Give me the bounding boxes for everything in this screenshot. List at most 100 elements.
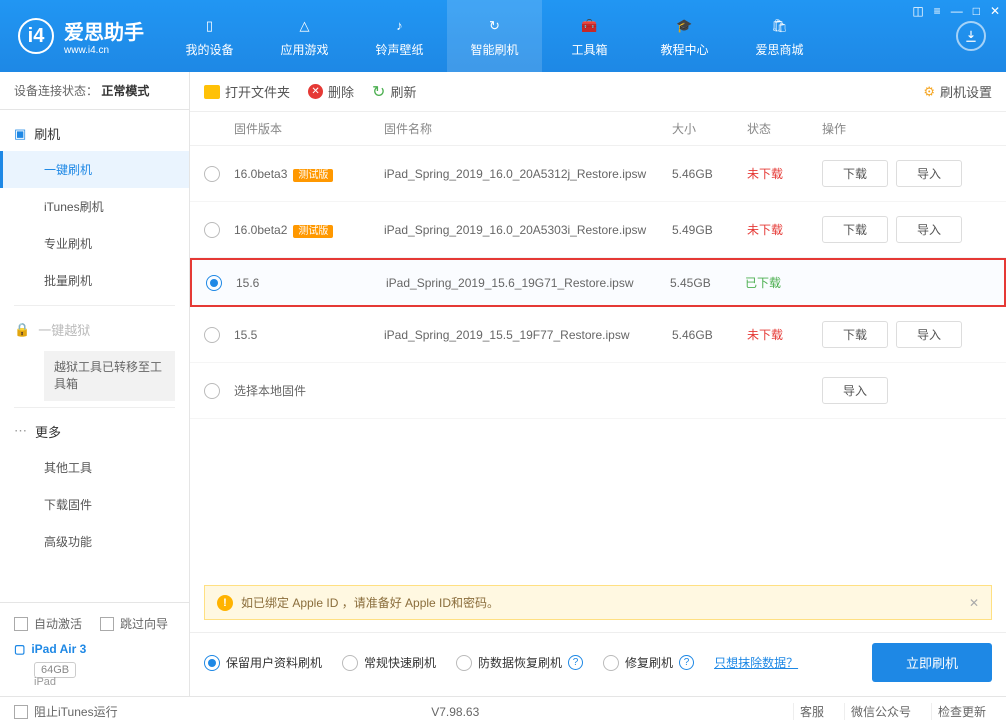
warning-bar: ! 如已绑定 Apple ID ，请准备好 Apple ID和密码。 ✕	[204, 585, 992, 620]
option-normal[interactable]: 常规快速刷机	[342, 654, 436, 671]
app-version: V7.98.63	[431, 705, 479, 719]
status-label: 设备连接状态：	[14, 84, 98, 98]
firmware-radio[interactable]	[204, 383, 220, 399]
delete-icon: ✕	[308, 84, 323, 99]
firmware-name: iPad_Spring_2019_16.0_20A5312j_Restore.i…	[384, 167, 672, 181]
option-repair[interactable]: 修复刷机?	[603, 654, 694, 671]
sidebar-item[interactable]: iTunes刷机	[0, 188, 189, 225]
sidebar-flash-head[interactable]: ▣ 刷机	[0, 116, 189, 151]
import-button[interactable]: 导入	[896, 160, 962, 187]
window-control[interactable]: ✕	[990, 4, 1000, 18]
local-firmware-row[interactable]: 选择本地固件导入	[190, 363, 1006, 419]
open-folder-button[interactable]: 打开文件夹	[204, 82, 290, 101]
status-value: 正常模式	[101, 84, 149, 98]
folder-icon	[204, 85, 220, 99]
jailbreak-notice: 越狱工具已转移至工具箱	[44, 351, 175, 401]
footer-link[interactable]: 检查更新	[931, 703, 992, 720]
nav-铃声壁纸[interactable]: ♪铃声壁纸	[352, 0, 447, 72]
download-button[interactable]: 下载	[822, 321, 888, 348]
help-icon[interactable]: ?	[568, 655, 583, 670]
nav-icon: ▯	[199, 15, 221, 37]
block-itunes-checkbox[interactable]	[14, 705, 28, 719]
import-button[interactable]: 导入	[896, 321, 962, 348]
window-control[interactable]: □	[973, 4, 980, 18]
toolbar: 打开文件夹 ✕ 删除 ↻ 刷新 ⚙ 刷机设置	[190, 72, 1006, 112]
refresh-icon: ↻	[372, 82, 385, 102]
sidebar-item[interactable]: 高级功能	[0, 523, 189, 560]
warning-icon: !	[217, 595, 233, 611]
firmware-radio[interactable]	[206, 275, 222, 291]
firmware-status: 未下载	[747, 326, 822, 343]
action-bar: 保留用户资料刷机 常规快速刷机 防数据恢复刷机? 修复刷机? 只想抹除数据？ 立…	[190, 632, 1006, 696]
download-indicator-icon[interactable]	[956, 21, 986, 51]
flash-now-button[interactable]: 立即刷机	[872, 643, 992, 682]
nav-我的设备[interactable]: ▯我的设备	[162, 0, 257, 72]
window-control[interactable]: ◫	[912, 4, 923, 18]
gear-icon: ⚙	[923, 84, 935, 100]
sidebar-more-head[interactable]: ⋯ 更多	[0, 414, 189, 449]
footer-link[interactable]: 微信公众号	[844, 703, 917, 720]
device-icon: ▢	[14, 642, 25, 656]
firmware-version: 15.5	[234, 328, 384, 342]
firmware-radio[interactable]	[204, 327, 220, 343]
main-content: 打开文件夹 ✕ 删除 ↻ 刷新 ⚙ 刷机设置 固件版本 固件名称 大小 状态 操…	[190, 72, 1006, 696]
firmware-size: 5.45GB	[670, 276, 745, 290]
device-info[interactable]: ▢ iPad Air 3	[14, 636, 175, 662]
nav-应用游戏[interactable]: △应用游戏	[257, 0, 352, 72]
sidebar-item[interactable]: 批量刷机	[0, 262, 189, 299]
nav-icon: 🎓	[674, 15, 696, 37]
sidebar-item[interactable]: 一键刷机	[0, 151, 189, 188]
col-version: 固件版本	[234, 120, 384, 137]
nav-icon: ↻	[484, 15, 506, 37]
firmware-status: 已下载	[745, 274, 820, 291]
sidebar-item[interactable]: 专业刷机	[0, 225, 189, 262]
import-button[interactable]: 导入	[896, 216, 962, 243]
more-icon: ⋯	[14, 423, 27, 439]
close-warning-button[interactable]: ✕	[969, 596, 979, 610]
nav-教程中心[interactable]: 🎓教程中心	[637, 0, 732, 72]
auto-activate-label: 自动激活	[34, 615, 82, 632]
option-keep-data[interactable]: 保留用户资料刷机	[204, 654, 322, 671]
window-control[interactable]: —	[951, 4, 963, 18]
nav-icon: ♪	[389, 15, 411, 37]
block-itunes-label: 阻止iTunes运行	[34, 703, 118, 720]
auto-activate-checkbox[interactable]	[14, 617, 28, 631]
col-name: 固件名称	[384, 120, 672, 137]
firmware-radio[interactable]	[204, 166, 220, 182]
firmware-list: 16.0beta3测试版iPad_Spring_2019_16.0_20A531…	[190, 146, 1006, 579]
device-name: iPad Air 3	[31, 642, 86, 656]
connection-status: 设备连接状态： 正常模式	[0, 72, 189, 110]
skip-guide-checkbox[interactable]	[100, 617, 114, 631]
nav-icon: 🛍	[769, 15, 791, 37]
firmware-row[interactable]: 16.0beta3测试版iPad_Spring_2019_16.0_20A531…	[190, 146, 1006, 202]
delete-button[interactable]: ✕ 删除	[308, 82, 354, 101]
sidebar-item[interactable]: 其他工具	[0, 449, 189, 486]
col-ops: 操作	[822, 120, 992, 137]
sidebar-item[interactable]: 下载固件	[0, 486, 189, 523]
sidebar: 设备连接状态： 正常模式 ▣ 刷机 一键刷机iTunes刷机专业刷机批量刷机 🔒…	[0, 72, 190, 696]
firmware-row[interactable]: 15.6iPad_Spring_2019_15.6_19G71_Restore.…	[190, 258, 1006, 307]
app-domain: www.i4.cn	[64, 45, 144, 56]
flash-settings-button[interactable]: ⚙ 刷机设置	[923, 82, 992, 101]
nav-爱思商城[interactable]: 🛍爱思商城	[732, 0, 827, 72]
firmware-row[interactable]: 15.5iPad_Spring_2019_15.5_19F77_Restore.…	[190, 307, 1006, 363]
firmware-version: 15.6	[236, 276, 386, 290]
col-status: 状态	[747, 120, 822, 137]
nav-工具箱[interactable]: 🧰工具箱	[542, 0, 637, 72]
skip-guide-label: 跳过向导	[120, 615, 168, 632]
erase-data-link[interactable]: 只想抹除数据？	[714, 654, 798, 671]
help-icon[interactable]: ?	[679, 655, 694, 670]
footer-link[interactable]: 客服	[793, 703, 830, 720]
firmware-row[interactable]: 16.0beta2测试版iPad_Spring_2019_16.0_20A530…	[190, 202, 1006, 258]
option-prevent-recovery[interactable]: 防数据恢复刷机?	[456, 654, 583, 671]
firmware-version: 16.0beta2测试版	[234, 222, 384, 237]
download-button[interactable]: 下载	[822, 216, 888, 243]
download-button[interactable]: 下载	[822, 160, 888, 187]
window-control[interactable]: ≡	[934, 4, 941, 18]
refresh-button[interactable]: ↻ 刷新	[372, 82, 416, 102]
lock-icon: 🔒	[14, 322, 30, 338]
firmware-name: iPad_Spring_2019_15.5_19F77_Restore.ipsw	[384, 328, 672, 342]
nav-智能刷机[interactable]: ↻智能刷机	[447, 0, 542, 72]
firmware-radio[interactable]	[204, 222, 220, 238]
import-button[interactable]: 导入	[822, 377, 888, 404]
